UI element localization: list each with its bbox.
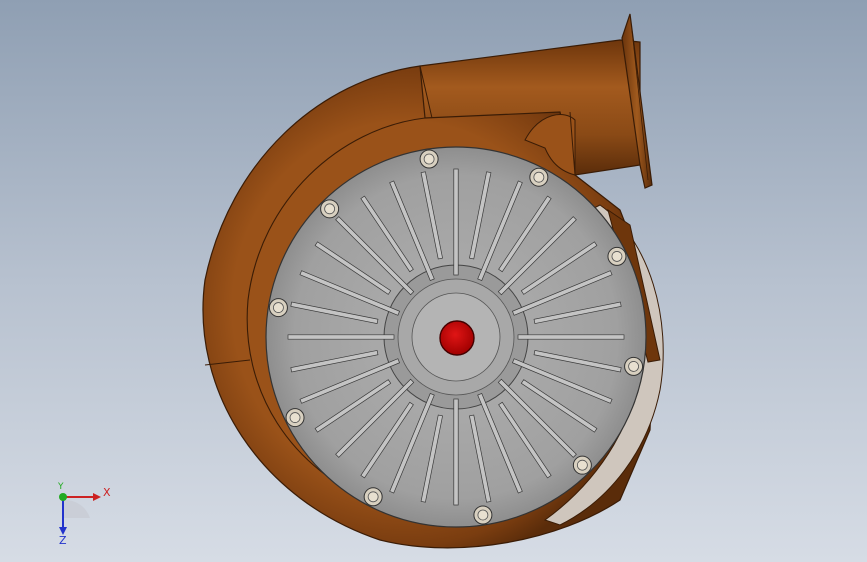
bolt-center <box>289 412 301 423</box>
bolt-center <box>477 509 489 521</box>
orientation-triad[interactable]: X Y Z <box>46 480 116 550</box>
bolt-center <box>576 459 588 471</box>
bolt-center <box>423 153 435 165</box>
bolt-center <box>367 491 379 503</box>
bolt-center <box>628 361 639 372</box>
fin <box>453 168 459 276</box>
bolt-center <box>611 251 623 262</box>
bolt-center <box>273 302 284 313</box>
fin <box>287 334 395 340</box>
x-axis-arrow-icon <box>93 493 101 501</box>
shaft-hub[interactable] <box>439 320 475 356</box>
fin <box>453 398 459 506</box>
y-axis-dot-icon <box>59 493 67 501</box>
graphics-viewport[interactable]: X Y Z <box>0 0 867 562</box>
pump-model[interactable] <box>0 0 867 562</box>
bolt-center <box>324 203 336 215</box>
z-axis-label: Z <box>59 534 67 547</box>
bolt-center <box>533 171 545 183</box>
y-axis-label: Y <box>57 482 64 492</box>
fin <box>517 334 625 340</box>
x-axis-label: X <box>103 486 111 499</box>
